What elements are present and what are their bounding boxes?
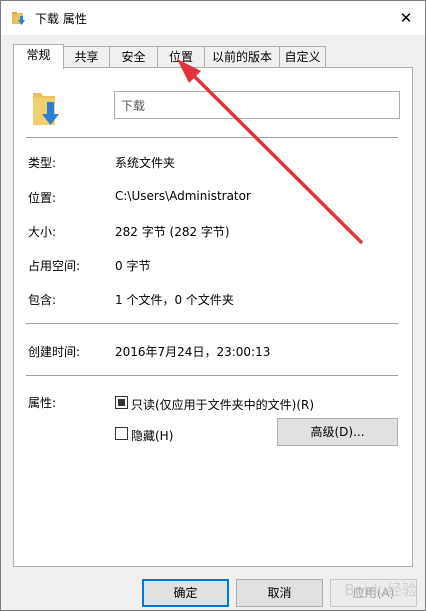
size-on-disk-label: 占用空间: bbox=[28, 259, 81, 273]
properties-window: 下载 属性 ✕ 常规 共享 安全 位置 以前的版本 自定义 类型: 系统文件夹 … bbox=[0, 0, 426, 611]
type-label: 类型: bbox=[28, 156, 57, 170]
ok-button[interactable]: 确定 bbox=[142, 579, 229, 607]
divider bbox=[26, 375, 398, 376]
general-panel bbox=[13, 67, 413, 567]
hidden-label[interactable]: 隐藏(H) bbox=[131, 427, 173, 444]
size-value: 282 字节 (282 字节) bbox=[115, 225, 230, 239]
download-folder-icon bbox=[12, 12, 25, 25]
download-folder-icon bbox=[33, 93, 59, 125]
created-value: 2016年7月24日，23:00:13 bbox=[115, 345, 271, 359]
tab-previous-versions[interactable]: 以前的版本 bbox=[204, 46, 280, 67]
size-label: 大小: bbox=[28, 225, 57, 239]
tab-general[interactable]: 常规 bbox=[13, 44, 64, 69]
divider bbox=[26, 137, 398, 138]
contains-label: 包含: bbox=[28, 293, 57, 307]
divider bbox=[26, 323, 398, 324]
tab-location[interactable]: 位置 bbox=[157, 46, 205, 67]
title-bar: 下载 属性 ✕ bbox=[1, 1, 425, 35]
tab-customize[interactable]: 自定义 bbox=[279, 46, 326, 67]
advanced-button[interactable]: 高级(D)... bbox=[277, 418, 398, 446]
tab-security[interactable]: 安全 bbox=[109, 46, 158, 67]
created-label: 创建时间: bbox=[28, 345, 81, 359]
readonly-checkbox[interactable] bbox=[115, 396, 128, 409]
folder-name-input[interactable] bbox=[114, 91, 400, 119]
tab-sharing[interactable]: 共享 bbox=[63, 46, 110, 67]
watermark: Baidu经验 bbox=[344, 581, 417, 599]
location-value: C:\Users\Administrator bbox=[115, 189, 251, 203]
close-button[interactable]: ✕ bbox=[393, 5, 419, 31]
attributes-label: 属性: bbox=[28, 396, 57, 410]
size-on-disk-value: 0 字节 bbox=[115, 259, 151, 273]
cancel-button[interactable]: 取消 bbox=[236, 579, 323, 607]
location-label: 位置: bbox=[28, 191, 57, 205]
window-title: 下载 属性 bbox=[35, 12, 87, 26]
hidden-checkbox[interactable] bbox=[115, 427, 128, 440]
readonly-label[interactable]: 只读(仅应用于文件夹中的文件)(R) bbox=[131, 396, 314, 413]
type-value: 系统文件夹 bbox=[115, 156, 176, 170]
contains-value: 1 个文件，0 个文件夹 bbox=[115, 293, 234, 307]
close-icon: ✕ bbox=[399, 9, 413, 27]
